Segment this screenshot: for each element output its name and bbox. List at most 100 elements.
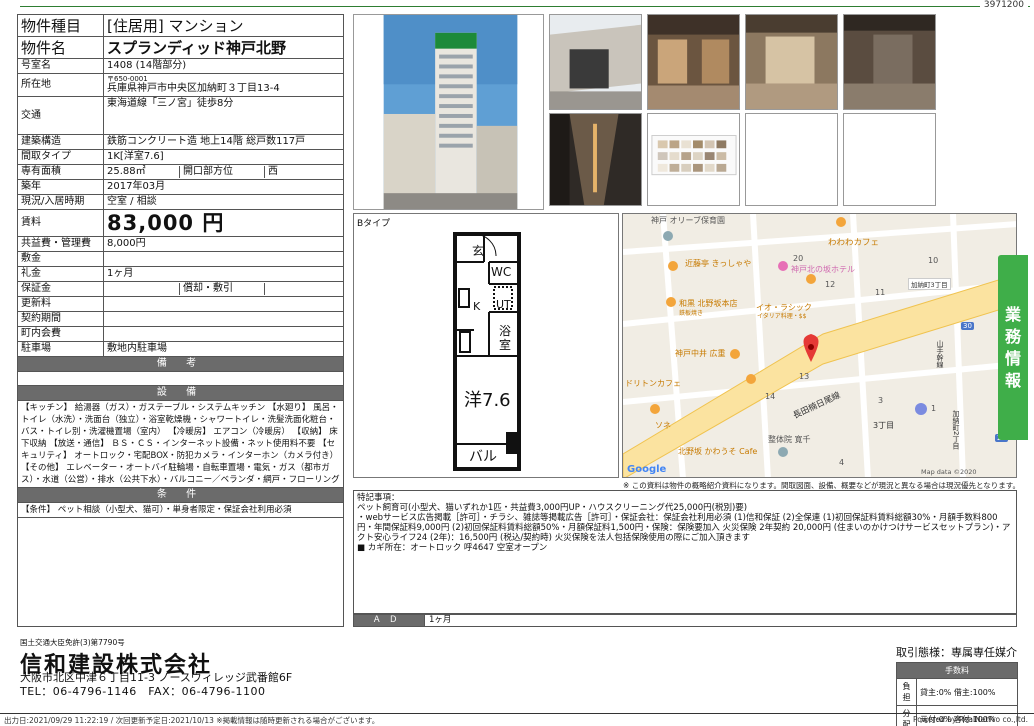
map-label-cafe: わわわカフェ: [828, 238, 880, 248]
map-label-teppan: 鉄板焼き: [679, 310, 704, 317]
powered-by: Powered by RealNetPro co.,ltd.: [913, 715, 1028, 724]
header-rule: [20, 6, 1030, 8]
special-notes-line-1: ペット飼育可(小型犬、猫いずれか1匹・共益費3,000円UP・ハウスクリーニング…: [357, 503, 748, 513]
map-label-hotel: 神戸北の坂ホテル: [791, 265, 855, 274]
company-phone: TEL：06-4796-1146 FAX：06-4796-1100: [20, 685, 266, 698]
map-label-seitai: 整体院 寛千: [768, 435, 811, 444]
map-label-dorito: ドリトンカフェ: [625, 379, 681, 388]
ad-row: ＡＤ 1ヶ月: [353, 614, 1017, 627]
layout-label: 間取タイプ: [17, 149, 104, 165]
contract-value: [103, 311, 344, 327]
area-value: 25.88㎡: [107, 166, 146, 177]
remarks-body: [17, 371, 344, 386]
map-num-11: 11: [875, 288, 886, 297]
map-label-3chome: 3丁目: [873, 421, 895, 430]
postal-code: 〒650-0001: [107, 75, 148, 83]
layout-value: 1K[洋室7.6]: [103, 149, 344, 165]
output-date: 出力日:2021/09/29 11:22:19 / 次回更新予定日:2021/1…: [4, 716, 380, 725]
location-map: 神戸 オリーブ保育園 わわわカフェ 近藤亭 きっしゃや 神戸北の坂ホテル 和黒 …: [622, 213, 1017, 478]
type-label: 物件種目: [17, 14, 104, 37]
fee-row-value: 貸主:0% 借主:100%: [916, 678, 1018, 706]
map-attribution: Map data ©2020: [921, 468, 977, 476]
map-num-10: 10: [928, 256, 939, 265]
deposit-value: [103, 251, 344, 267]
remarks-header: 備 考: [17, 356, 344, 372]
status-value: 空室 / 相談: [103, 194, 344, 210]
ut-label: UT: [496, 298, 511, 311]
map-num-1: 1: [931, 404, 937, 413]
wc-label: WC: [491, 265, 512, 279]
lobby-photo-1: [647, 14, 740, 110]
special-notes-panel: 特記事項： ペット飼育可(小型犬、猫いずれか1匹・共益費3,000円UP・ハウス…: [353, 490, 1017, 614]
fee-row-key: 負担: [896, 678, 917, 706]
common-fee-label: 共益費・管理費: [17, 236, 104, 252]
structure-label: 建築構造: [17, 134, 104, 150]
direction-label: 開口部方位: [179, 166, 264, 178]
address-label: 所在地: [17, 73, 104, 97]
map-label-sone: ソネ: [655, 421, 671, 430]
map-label-restaurant-1: 近藤亭 きっしゃや: [685, 259, 752, 268]
map-label-nursery: 神戸 オリーブ保育園: [651, 216, 726, 225]
google-logo: Google: [627, 464, 667, 475]
built-label: 築年: [17, 179, 104, 195]
side-tab-char-1: 業: [1004, 304, 1021, 324]
contract-label: 契約期間: [17, 311, 104, 327]
status-label: 現況/入居時期: [17, 194, 104, 210]
map-label-kano3: 加納町3丁目: [908, 278, 951, 290]
map-route-30: 30: [961, 322, 974, 330]
conditions-header: 条 件: [17, 487, 344, 503]
access-value: 東海道線「三ノ宮」徒歩8分: [103, 96, 344, 135]
lobby-photo-3: [843, 14, 936, 110]
empty-photo-slot-1: [745, 113, 838, 206]
map-num-13: 13: [799, 372, 810, 381]
address-value: 兵庫県神戸市中央区加納町３丁目13-4: [107, 83, 280, 94]
room-value: 1408 (14階部分): [103, 58, 344, 74]
town-fee-value: [103, 326, 344, 342]
town-fee-label: 町内会費: [17, 326, 104, 342]
room-label: 号室名: [17, 58, 104, 74]
rent-label: 賃料: [17, 209, 104, 237]
key-money-value: 1ヶ月: [103, 266, 344, 282]
map-label-hiroshige: 神戸中井 広重: [675, 349, 726, 358]
property-id: 3971200: [979, 0, 1028, 10]
name-value: スプランディッド神戸北野: [103, 36, 344, 59]
ad-label: ＡＤ: [354, 615, 424, 626]
name-label: 物件名: [17, 36, 104, 59]
footer-rule: [0, 713, 1034, 714]
map-label-kano2: 加納町2丁目: [952, 410, 960, 450]
building-photo: [353, 14, 544, 210]
map-num-14: 14: [765, 392, 776, 401]
fee-header: 手数料: [896, 662, 1018, 679]
access-label: 交通: [17, 96, 104, 135]
type-value: [住居用] マンション: [103, 14, 344, 37]
spec-table: 物件種目 [住居用] マンション 物件名 スプランディッド神戸北野 号室名 1408 …: [17, 14, 344, 518]
amortization-label: 償却・敷引: [179, 283, 264, 295]
entrance-photo: [549, 14, 642, 110]
map-num-3: 3: [878, 396, 884, 405]
area-label: 専有面積: [17, 164, 104, 180]
map-num-4: 4: [839, 458, 845, 467]
rent-value: 83,000 円: [103, 209, 344, 237]
structure-value: 鉄筋コンクリート造 地上14階 総戸数117戸: [103, 134, 344, 150]
map-label-italian-sub: イタリア料理・$$: [757, 313, 807, 320]
transaction-type: 取引態様：専属専任媒介: [896, 646, 1017, 659]
guarantee-value: [104, 283, 179, 295]
material-sample-photo: [647, 113, 740, 206]
floorplan-panel: Bタイプ 玄 WC UT K 浴室 洋7.6 バル: [353, 213, 619, 478]
key-money-label: 礼金: [17, 266, 104, 282]
map-num-20: 20: [793, 254, 804, 263]
direction-value: 西: [264, 166, 281, 178]
side-tab-char-2: 務: [1004, 326, 1021, 346]
special-notes-line-3: ■ カギ所在：オートロック 呼4647 空室オープン: [357, 543, 548, 553]
balcony-label: バル: [469, 449, 497, 465]
special-notes-line-2: ・webサービス広告掲載［許可］・チラシ、雑誌等掲載広告［許可］・保証会社：保証…: [357, 513, 1011, 543]
business-info-tab[interactable]: 業 務 情 報: [998, 255, 1028, 440]
kitchen-label: K: [473, 300, 481, 313]
entrance-label: 玄: [472, 244, 485, 258]
guarantee-label: 保証金: [17, 281, 104, 297]
deposit-label: 敷金: [17, 251, 104, 267]
built-value: 2017年03月: [103, 179, 344, 195]
parking-value: 敷地内駐車場: [103, 341, 344, 357]
ad-value: 1ヶ月: [424, 615, 451, 626]
empty-photo-slot-2: [843, 113, 936, 206]
